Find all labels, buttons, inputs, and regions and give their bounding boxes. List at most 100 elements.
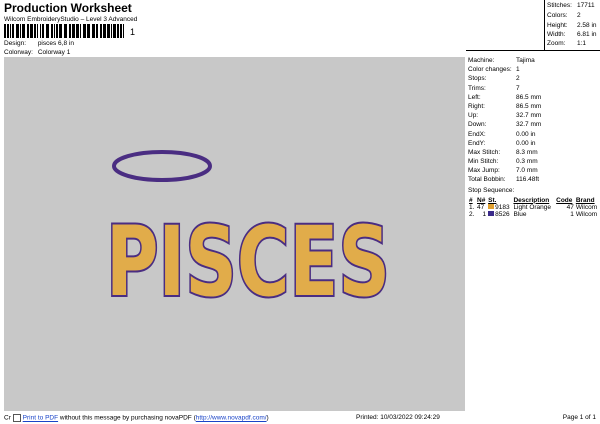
barcode-bar	[96, 24, 98, 38]
row-description: Blue	[513, 210, 527, 218]
barcode-bar	[27, 24, 29, 38]
novapdf-link[interactable]: http://www.novapdf.com/	[196, 415, 267, 422]
detail-row: EndY: 0.00 in	[468, 140, 600, 149]
barcode: 1	[4, 24, 156, 38]
detail-label: Up:	[468, 112, 479, 120]
footer-prefix: Cr	[4, 414, 11, 422]
footer: Cr Print to PDF without this message by …	[4, 414, 596, 422]
barcode-bar	[103, 24, 106, 38]
barcode-bar	[22, 24, 25, 38]
col-code: Code	[556, 196, 573, 204]
row-code: 47	[566, 203, 574, 211]
detail-value: 86.5 mm	[516, 93, 542, 101]
row-st: 8526	[487, 211, 512, 218]
detail-row: Stops: 2	[468, 75, 600, 84]
col-brand: Brand	[575, 196, 595, 204]
barcode-bar	[113, 24, 116, 38]
stat-colors: Colors: 2	[547, 12, 581, 19]
barcode-bar	[76, 24, 79, 38]
stat-value: 17711	[577, 2, 595, 9]
detail-row: Right: 86.5 mm	[468, 103, 600, 112]
detail-label: Left:	[468, 93, 481, 101]
detail-row: Max Jump: 7.0 mm	[468, 167, 600, 176]
detail-row: Total Bobbin: 116.48ft	[468, 176, 600, 185]
stat-label: Width:	[547, 31, 566, 38]
stat-width: Width: 6.81 in	[547, 31, 597, 38]
row-st-value: 9183	[495, 203, 510, 211]
barcode-bar	[30, 24, 33, 38]
design-lettering: PISCES	[106, 206, 390, 318]
detail-row: Min Stitch: 0.3 mm	[468, 158, 600, 167]
barcode-bar	[111, 24, 112, 38]
barcode-bar	[51, 24, 53, 38]
barcode-bar	[56, 24, 58, 38]
detail-label: Stops:	[468, 75, 487, 83]
barcode-bar	[42, 24, 44, 38]
stat-label: Height:	[547, 22, 568, 29]
header-divider	[544, 0, 545, 50]
barcode-bar	[120, 24, 122, 38]
barcode-bar	[83, 24, 86, 38]
barcode-bar	[40, 24, 41, 38]
software-name: Wilcom EmbroideryStudio – Level 3 Advanc…	[4, 16, 138, 23]
detail-row: Trims: 7	[468, 85, 600, 94]
stop-sequence-header: # N# St. Description Code Brand	[468, 197, 600, 204]
design-artwork: PISCES	[104, 150, 392, 320]
row-brand: Wilcom	[575, 203, 598, 211]
detail-value: 2	[516, 75, 520, 83]
design-value: pisces 6,8 in	[37, 40, 74, 47]
stat-value: 2	[577, 12, 581, 19]
detail-value: 32.7 mm	[516, 112, 542, 120]
worksheet-title: Production Worksheet	[4, 1, 132, 15]
detail-label: EndX:	[468, 130, 486, 138]
row-code: 1	[570, 210, 574, 218]
barcode-bar	[7, 24, 9, 38]
col-description: Description	[513, 196, 550, 204]
row-brand: Wilcom	[575, 210, 598, 218]
stat-stitches: Stitches: 17711	[547, 2, 595, 9]
detail-value: 0.00 in	[516, 130, 536, 138]
stat-zoom: Zoom: 1:1	[547, 40, 586, 47]
footer-suffix: )	[266, 414, 269, 422]
stat-value: 6.81 in	[577, 31, 597, 38]
stat-height: Height: 2.58 in	[547, 22, 597, 29]
colorway-value: Colorway 1	[37, 49, 71, 56]
row-n: 47	[477, 203, 485, 211]
barcode-bar	[80, 24, 81, 38]
col-n: N#	[477, 196, 486, 204]
colorway-row: Colorway: Colorway 1	[4, 49, 70, 56]
detail-value: 32.7 mm	[516, 121, 542, 129]
detail-value: 7	[516, 84, 520, 92]
colorway-label: Colorway:	[4, 49, 33, 56]
print-to-pdf-link[interactable]: Print to PDF	[23, 415, 58, 422]
detail-value: 1	[516, 66, 520, 74]
barcode-suffix: 1	[130, 27, 135, 37]
barcode-bar	[64, 24, 67, 38]
thread-swatch	[488, 211, 495, 217]
barcode-bar	[4, 24, 6, 38]
detail-value: Tajima	[516, 57, 535, 64]
barcode-bar	[117, 24, 119, 38]
detail-value: 0.00 in	[516, 139, 536, 147]
table-row: 1. 47 9183 Light Orange 47 Wilcom	[468, 204, 600, 211]
detail-label: Max Jump:	[468, 167, 500, 175]
stat-label: Zoom:	[547, 40, 566, 47]
detail-row: EndX: 0.00 in	[468, 131, 600, 140]
barcode-bar	[16, 24, 19, 38]
detail-label: Total Bobbin:	[468, 176, 506, 184]
detail-row: Down: 32.7 mm	[468, 121, 600, 130]
detail-value: 0.3 mm	[516, 158, 538, 166]
detail-row: Max Stitch: 8.3 mm	[468, 149, 600, 158]
novapdf-icon	[12, 414, 21, 422]
footer-message: without this message by purchasing novaP…	[58, 414, 196, 422]
stat-value: 2.58 in	[577, 22, 597, 29]
barcode-bar	[54, 24, 55, 38]
barcode-bar	[12, 24, 14, 38]
stop-sequence-table: # N# St. Description Code Brand 1. 47 91…	[468, 197, 600, 218]
detail-value: 7.0 mm	[516, 167, 538, 175]
page-number: Page 1 of 1	[562, 414, 596, 421]
detail-label: Min Stitch:	[468, 158, 499, 166]
detail-row: Machine: Tajima	[468, 57, 600, 66]
design-row: Design: pisces 6,8 in	[4, 40, 74, 47]
thread-swatch	[488, 204, 495, 210]
